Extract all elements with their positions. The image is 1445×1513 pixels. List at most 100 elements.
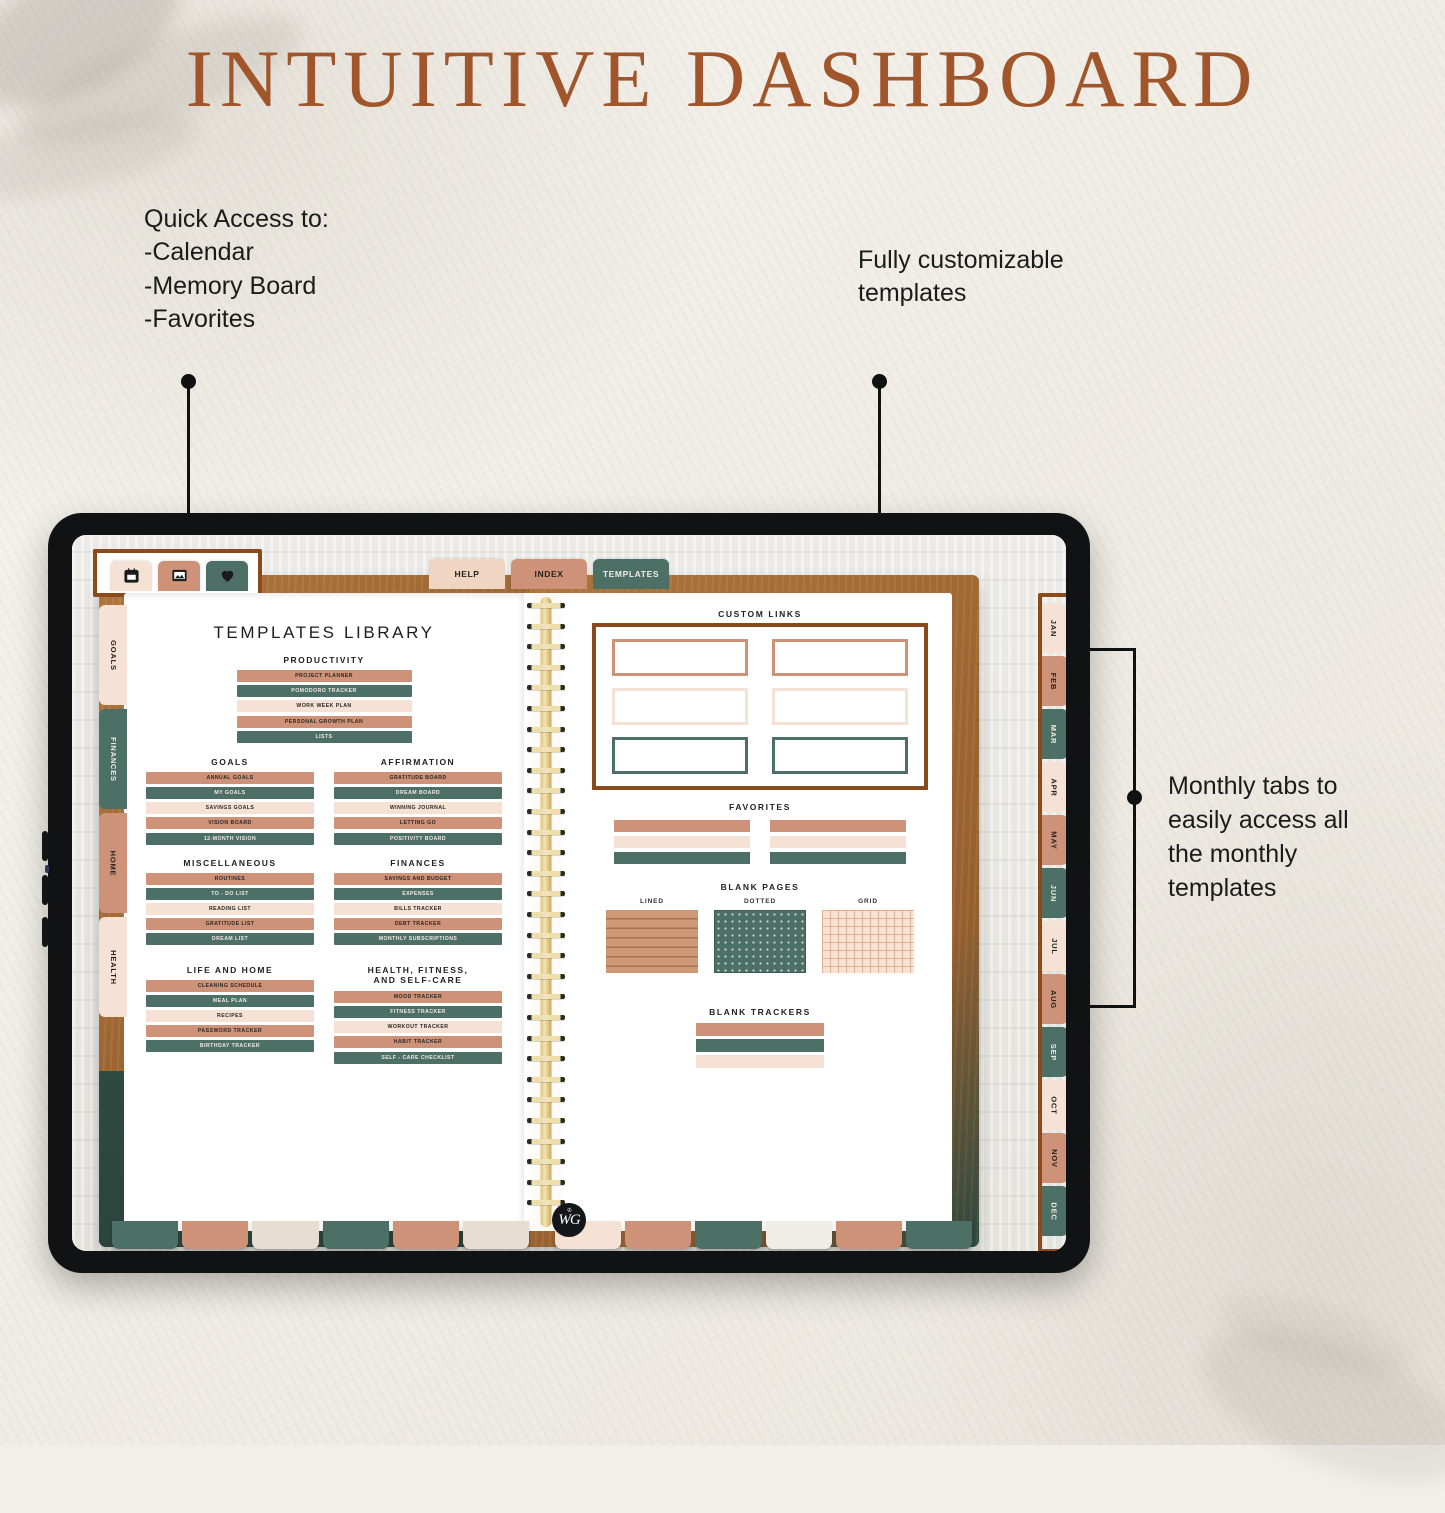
template-button[interactable]: PASSWORD TRACKER (146, 1025, 314, 1038)
bottom-tabs-right-page (555, 1221, 973, 1251)
blank-tracker-slot[interactable] (696, 1055, 824, 1068)
template-button[interactable]: BIRTHDAY TRACKER (146, 1040, 314, 1053)
favorite-slot[interactable] (770, 852, 906, 864)
template-button[interactable]: DEBT TRACKER (334, 918, 502, 931)
bottom-tab[interactable] (112, 1221, 179, 1249)
sidebar-tab-finances[interactable]: FINANCES (99, 709, 127, 809)
template-button[interactable]: POMODORO TRACKER (236, 685, 412, 698)
leader-dot-middle (872, 374, 887, 389)
blank-page-preview[interactable] (822, 910, 914, 973)
custom-link-slot[interactable] (612, 639, 748, 676)
custom-link-slot[interactable] (612, 688, 748, 725)
template-button[interactable]: READING LIST (146, 903, 314, 916)
custom-link-slot[interactable] (772, 639, 908, 676)
template-button[interactable]: MOOD TRACKER (334, 990, 502, 1003)
bottom-tab[interactable] (835, 1221, 902, 1249)
blank-tracker-slot[interactable] (696, 1023, 824, 1036)
template-button[interactable]: SELF - CARE CHECKLIST (334, 1051, 502, 1064)
bottom-tab[interactable] (392, 1221, 459, 1249)
favorite-slot[interactable] (770, 820, 906, 832)
monthly-tabs-highlight-box (1038, 593, 1066, 1251)
template-button[interactable]: MEAL PLAN (146, 994, 314, 1007)
template-button[interactable]: WORKOUT TRACKER (334, 1021, 502, 1034)
memory-board-tab[interactable] (158, 561, 200, 591)
template-button[interactable]: DREAM BOARD (334, 786, 502, 799)
tab-help[interactable]: HELP (429, 559, 505, 589)
custom-link-slot[interactable] (772, 737, 908, 774)
template-button[interactable]: DREAM LIST (146, 933, 314, 946)
volume-down-button[interactable] (42, 875, 48, 905)
spiral-ring (527, 1159, 565, 1165)
template-button[interactable]: CLEANING SCHEDULE (146, 979, 314, 992)
template-button[interactable]: MY GOALS (146, 786, 314, 799)
template-button[interactable]: MONTHLY SUBSCRIPTIONS (334, 933, 502, 946)
template-button[interactable]: SAVINGS AND BUDGET (334, 872, 502, 885)
section-heading: GOALS (211, 756, 249, 767)
sidebar-tab-health[interactable]: HEALTH (99, 917, 127, 1017)
sidebar-tab-goals[interactable]: GOALS (99, 605, 127, 705)
spiral-ring (527, 973, 565, 979)
bottom-tab[interactable] (625, 1221, 692, 1249)
template-button[interactable]: PERSONAL GROWTH PLAN (236, 715, 412, 728)
spiral-ring (527, 932, 565, 938)
bottom-tab[interactable] (462, 1221, 530, 1249)
blank-pages-title: BLANK PAGES (720, 882, 800, 892)
template-button[interactable]: EXPENSES (334, 887, 502, 900)
template-button[interactable]: POSITIVITY BOARD (334, 832, 502, 845)
favorites-heart-tab[interactable] (206, 561, 248, 591)
blank-page-option[interactable]: LINED (606, 898, 698, 973)
bottom-tab[interactable] (765, 1221, 832, 1249)
spiral-binding (524, 593, 568, 1231)
side-button[interactable] (42, 917, 48, 947)
template-button[interactable]: TO - DO LIST (146, 887, 314, 900)
template-button[interactable]: GRATITUDE BOARD (334, 771, 502, 784)
volume-up-button[interactable] (42, 831, 48, 861)
custom-link-slot[interactable] (612, 737, 748, 774)
template-button[interactable]: LETTING GO (334, 817, 502, 830)
annotation-quick-access: Quick Access to: -Calendar -Memory Board… (144, 205, 329, 333)
template-button[interactable]: LISTS (236, 730, 412, 743)
template-button[interactable]: ROUTINES (146, 872, 314, 885)
bottom-tab[interactable] (322, 1221, 389, 1249)
blank-page-option[interactable]: GRID (822, 898, 914, 973)
template-button[interactable]: VISION BOARD (146, 817, 314, 830)
template-button[interactable]: 12-MONTH VISION (146, 832, 314, 845)
template-button[interactable]: PROJECT PLANNER (236, 670, 412, 682)
template-button[interactable]: BILLS TRACKER (334, 903, 502, 916)
blank-tracker-slot[interactable] (696, 1039, 824, 1052)
bottom-tab[interactable] (695, 1221, 762, 1249)
template-button[interactable]: WORK WEEK PLAN (236, 700, 412, 713)
spiral-ring (527, 1056, 565, 1062)
favorite-slot[interactable] (614, 820, 750, 832)
blank-page-preview[interactable] (714, 910, 806, 973)
blank-page-option[interactable]: DOTTED (714, 898, 806, 973)
bottom-tab[interactable] (252, 1221, 319, 1249)
spiral-ring (527, 1035, 565, 1041)
template-section: MISCELLANEOUS ROUTINES TO - DO LIST READING… (146, 858, 314, 946)
template-button[interactable]: RECIPES (146, 1010, 314, 1022)
bottom-tab[interactable] (182, 1221, 249, 1249)
tab-index[interactable]: INDEX (511, 559, 587, 589)
template-button[interactable]: HABIT TRACKER (334, 1036, 502, 1049)
bottom-tab[interactable] (905, 1221, 973, 1249)
custom-link-slot[interactable] (772, 688, 908, 725)
template-button[interactable]: GRATITUDE LIST (146, 918, 314, 931)
bracket-vertical (1133, 648, 1136, 1008)
planner-bottom-tabs (112, 1221, 973, 1251)
favorite-slot[interactable] (614, 836, 750, 848)
blank-page-preview[interactable] (606, 910, 698, 973)
calendar-tab[interactable] (110, 561, 152, 591)
spiral-ring (527, 1076, 565, 1082)
custom-links-title: CUSTOM LINKS (718, 609, 802, 619)
favorite-slot[interactable] (614, 852, 750, 864)
sidebar-tab-label: GOALS (108, 639, 118, 671)
template-button[interactable]: ANNUAL GOALS (146, 771, 314, 784)
favorite-slot[interactable] (770, 836, 906, 848)
template-button[interactable]: WINNING JOURNAL (334, 802, 502, 815)
template-button[interactable]: FITNESS TRACKER (334, 1006, 502, 1019)
spiral-ring (527, 706, 565, 711)
category-tabs-left: GOALS FINANCES HOME HEALTH (99, 605, 127, 1025)
tab-templates[interactable]: TEMPLATES (593, 559, 669, 589)
template-button[interactable]: SAVINGS GOALS (146, 802, 314, 815)
sidebar-tab-home[interactable]: HOME (99, 813, 127, 913)
